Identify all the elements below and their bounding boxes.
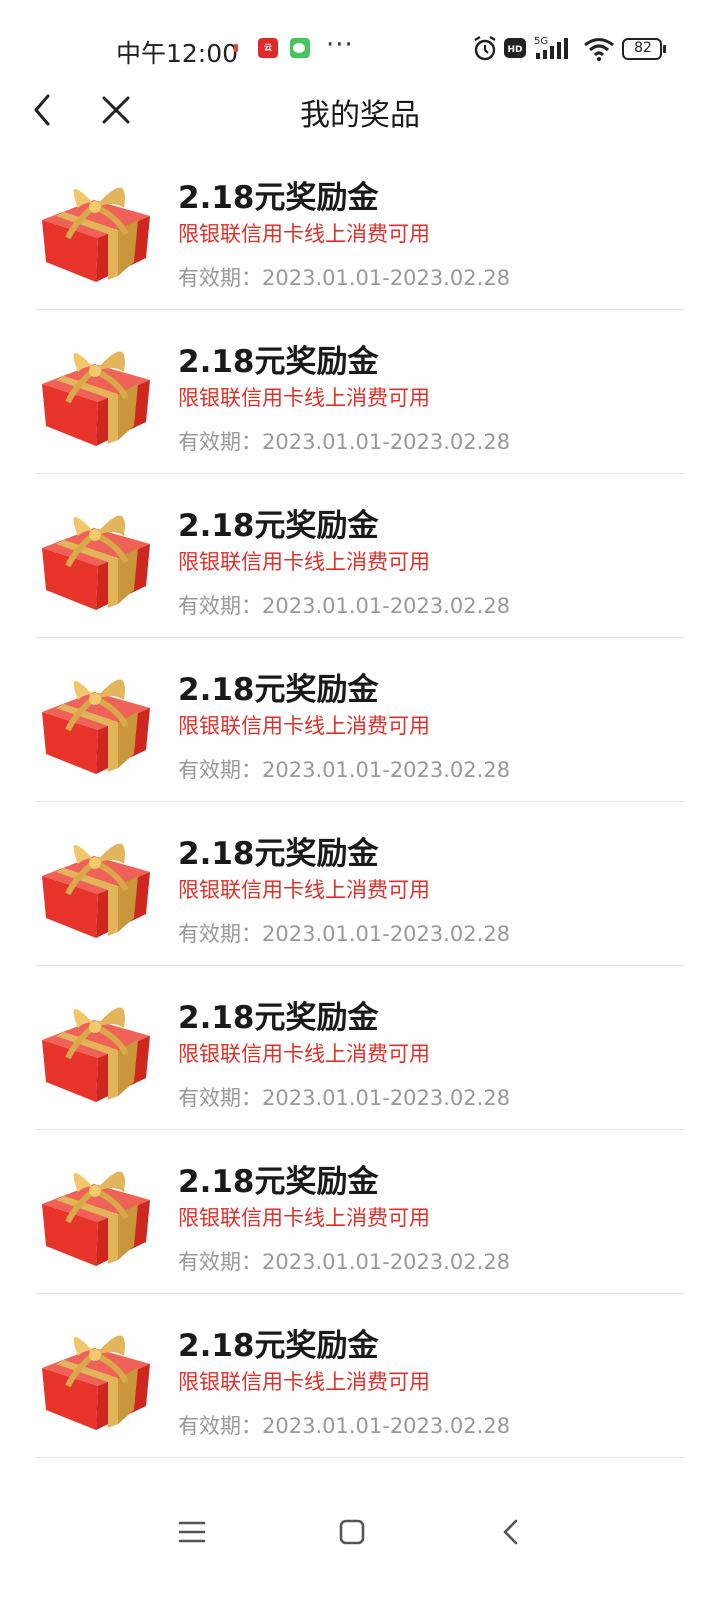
prize-item[interactable]: 2.18元奖励金 限银联信用卡线上消费可用 有效期：2023.01.01-202…: [36, 146, 684, 310]
prize-validity: 有效期：2023.01.01-2023.02.28: [178, 1250, 511, 1274]
prize-description: 限银联信用卡线上消费可用: [178, 386, 430, 410]
prize-title: 2.18元奖励金: [178, 1328, 379, 1364]
prize-item[interactable]: 2.18元奖励金 限银联信用卡线上消费可用 有效期：2023.01.01-202…: [36, 310, 684, 474]
gift-box-icon: [34, 1312, 158, 1436]
prize-validity: 有效期：2023.01.01-2023.02.28: [178, 1414, 511, 1438]
prize-validity: 有效期：2023.01.01-2023.02.28: [178, 1086, 511, 1110]
prize-title: 2.18元奖励金: [178, 672, 379, 708]
prize-item-partial[interactable]: [36, 1458, 684, 1486]
home-icon: [339, 1519, 365, 1545]
prize-item[interactable]: 2.18元奖励金 限银联信用卡线上消费可用 有效期：2023.01.01-202…: [36, 474, 684, 638]
gift-box-icon: [34, 1148, 158, 1272]
gift-box-icon: [34, 984, 158, 1108]
svg-text:HD: HD: [507, 45, 522, 55]
prize-title: 2.18元奖励金: [178, 1164, 379, 1200]
wifi-icon: [582, 36, 616, 66]
hd-icon: HD: [504, 38, 526, 68]
prize-description: 限银联信用卡线上消费可用: [178, 550, 430, 574]
gift-box-icon: [34, 1476, 158, 1486]
gift-box-icon: [34, 164, 158, 288]
prize-description: 限银联信用卡线上消费可用: [178, 878, 430, 902]
notification-dot: [234, 44, 238, 52]
svg-text:5G: 5G: [534, 36, 548, 47]
home-button[interactable]: [332, 1512, 372, 1552]
prize-item[interactable]: 2.18元奖励金 限银联信用卡线上消费可用 有效期：2023.01.01-202…: [36, 638, 684, 802]
prize-title: 2.18元奖励金: [178, 836, 379, 872]
system-nav-bar: [0, 1490, 720, 1600]
prize-title: 2.18元奖励金: [178, 1000, 379, 1036]
more-notifications-icon: ···: [326, 30, 354, 60]
gift-box-icon: [34, 492, 158, 616]
prize-title: 2.18元奖励金: [178, 508, 379, 544]
status-time: 中午12:00: [116, 39, 239, 68]
status-bar: 中午12:00 云 ··· HD 5G 82: [0, 0, 720, 90]
prize-validity: 有效期：2023.01.01-2023.02.28: [178, 758, 511, 782]
prize-item[interactable]: 2.18元奖励金 限银联信用卡线上消费可用 有效期：2023.01.01-202…: [36, 802, 684, 966]
prize-item[interactable]: 2.18元奖励金 限银联信用卡线上消费可用 有效期：2023.01.01-202…: [36, 966, 684, 1130]
prize-title: 2.18元奖励金: [178, 180, 379, 216]
prize-item[interactable]: 2.18元奖励金 限银联信用卡线上消费可用 有效期：2023.01.01-202…: [36, 1130, 684, 1294]
prize-description: 限银联信用卡线上消费可用: [178, 1042, 430, 1066]
prize-validity: 有效期：2023.01.01-2023.02.28: [178, 266, 511, 290]
back-icon: [503, 1519, 518, 1545]
gift-box-icon: [34, 328, 158, 452]
prize-title: 2.18元奖励金: [178, 344, 379, 380]
prize-description: 限银联信用卡线上消费可用: [178, 222, 430, 246]
gift-box-icon: [34, 820, 158, 944]
prize-validity: 有效期：2023.01.01-2023.02.28: [178, 922, 511, 946]
prize-validity: 有效期：2023.01.01-2023.02.28: [178, 430, 511, 454]
alarm-icon: [472, 34, 498, 64]
signal-5g-icon: 5G: [532, 34, 576, 64]
page-title: 我的奖品: [300, 98, 420, 133]
gift-box-icon: [34, 656, 158, 780]
menu-icon: [178, 1521, 206, 1543]
prize-list[interactable]: 2.18元奖励金 限银联信用卡线上消费可用 有效期：2023.01.01-202…: [0, 146, 720, 1486]
prize-validity: 有效期：2023.01.01-2023.02.28: [178, 594, 511, 618]
prize-description: 限银联信用卡线上消费可用: [178, 1370, 430, 1394]
battery-level: 82: [634, 40, 652, 56]
menu-button[interactable]: [172, 1512, 212, 1552]
nav-back-button[interactable]: [492, 1512, 532, 1552]
header: 我的奖品: [0, 80, 720, 140]
app-notification-icon: 云: [258, 38, 278, 58]
prize-description: 限银联信用卡线上消费可用: [178, 714, 430, 738]
prize-item[interactable]: 2.18元奖励金 限银联信用卡线上消费可用 有效期：2023.01.01-202…: [36, 1294, 684, 1458]
prize-description: 限银联信用卡线上消费可用: [178, 1206, 430, 1230]
wechat-notification-icon: [290, 38, 310, 58]
